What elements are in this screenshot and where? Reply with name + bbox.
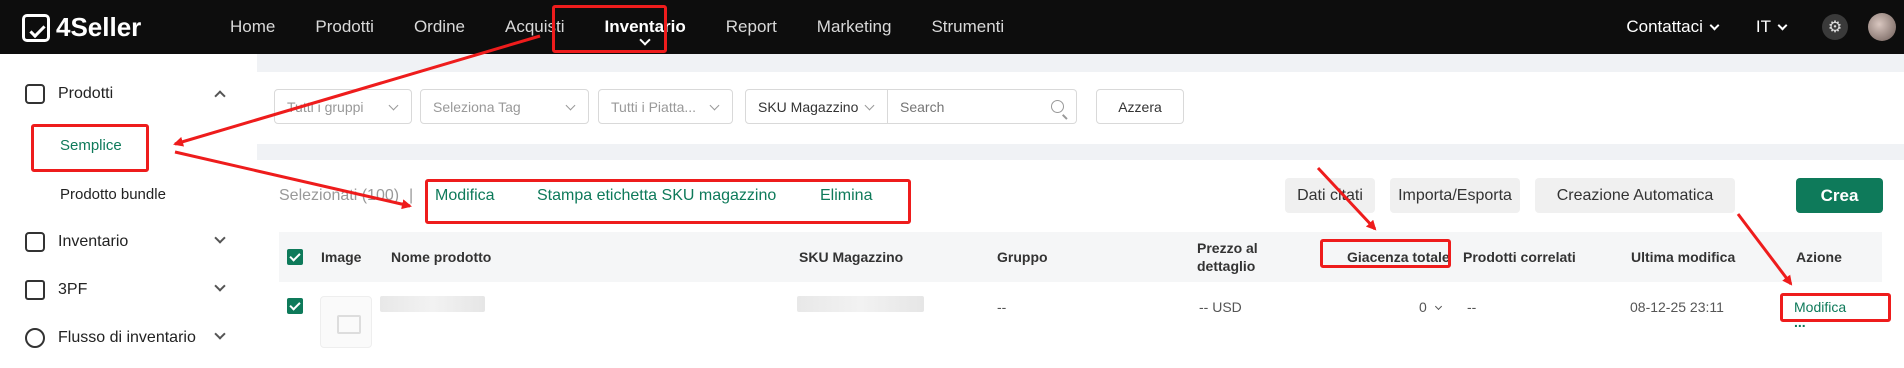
sidebar: Prodotti Semplice Prodotto bundle Invent… xyxy=(0,54,257,368)
language-selector[interactable]: IT xyxy=(1755,17,1788,37)
flow-icon xyxy=(25,328,45,348)
group-select[interactable]: Tutti i gruppi xyxy=(274,89,412,124)
import-export-button[interactable]: Importa/Esporta xyxy=(1390,178,1520,213)
chevron-up-icon xyxy=(214,90,226,102)
print-sku-label-link[interactable]: Stampa etichetta SKU magazzino xyxy=(537,187,776,205)
tag-select[interactable]: Seleziona Tag xyxy=(420,89,589,124)
col-action: Azione xyxy=(1796,249,1842,265)
platform-select[interactable]: Tutti i Piatta... xyxy=(598,89,733,124)
search-box xyxy=(888,89,1077,124)
group-select-value: Tutti i gruppi xyxy=(287,98,364,115)
chevron-down-icon xyxy=(214,232,226,244)
brand-logo[interactable]: 4Seller xyxy=(22,12,141,43)
sidebar-section-flusso[interactable]: Flusso di inventario xyxy=(0,318,257,358)
top-navigation-bar: 4Seller Home Prodotti Ordine Acquisti In… xyxy=(0,0,1904,54)
sidebar-section-label: 3PF xyxy=(58,281,88,298)
contact-menu[interactable]: Contattaci xyxy=(1626,17,1720,37)
platform-select-value: Tutti i Piatta... xyxy=(611,98,697,115)
row-checkbox[interactable] xyxy=(287,298,303,314)
col-price-line1: Prezzo al xyxy=(1197,240,1258,256)
create-button[interactable]: Crea xyxy=(1796,178,1883,213)
image-placeholder-icon xyxy=(320,296,372,348)
sku-redacted xyxy=(797,296,924,312)
select-all-checkbox[interactable] xyxy=(287,249,303,265)
gear-icon[interactable]: ⚙ xyxy=(1822,14,1848,40)
sidebar-section-prodotti[interactable]: Prodotti xyxy=(0,74,257,114)
reset-button[interactable]: Azzera xyxy=(1096,89,1184,124)
sidebar-section-3pf[interactable]: 3PF xyxy=(0,270,257,310)
nav-ordine[interactable]: Ordine xyxy=(394,0,485,54)
cell-stock[interactable]: 0 xyxy=(1419,299,1442,315)
top-right-controls: Contattaci IT ⚙ xyxy=(1626,0,1904,54)
main-nav: Home Prodotti Ordine Acquisti Inventario… xyxy=(210,0,1024,54)
search-icon[interactable] xyxy=(1051,100,1064,113)
language-label: IT xyxy=(1755,17,1771,36)
chevron-down-icon xyxy=(1709,20,1720,30)
col-stock[interactable]: Giacenza totale xyxy=(1347,248,1450,266)
col-related: Prodotti correlati xyxy=(1463,249,1576,265)
nav-strumenti[interactable]: Strumenti xyxy=(911,0,1024,54)
search-input[interactable] xyxy=(900,98,1040,115)
nav-home[interactable]: Home xyxy=(210,0,295,54)
sidebar-section-label: Flusso di inventario xyxy=(58,329,196,346)
logo-icon xyxy=(22,13,50,42)
row-more-link[interactable]: ... xyxy=(1794,314,1806,330)
chevron-down-icon xyxy=(214,328,226,340)
sku-type-select[interactable]: SKU Magazzino xyxy=(745,89,888,124)
cell-related: -- xyxy=(1467,299,1477,315)
col-sku: SKU Magazzino xyxy=(799,249,904,265)
sidebar-section-inventario[interactable]: Inventario xyxy=(0,222,257,262)
nav-marketing[interactable]: Marketing xyxy=(797,0,912,54)
col-name: Nome prodotto xyxy=(391,249,492,265)
col-image: Image xyxy=(321,249,362,265)
cube-icon xyxy=(25,280,45,300)
sku-type-select-value: SKU Magazzino xyxy=(758,98,859,115)
chevron-down-icon xyxy=(388,100,399,111)
nav-report[interactable]: Report xyxy=(706,0,797,54)
toolbar-separator: | xyxy=(409,187,414,204)
chevron-down-icon xyxy=(1434,302,1442,311)
product-list-panel: Selezionati (100) | Modifica Stampa etic… xyxy=(257,160,1904,368)
sidebar-section-label: Inventario xyxy=(58,233,129,250)
bulk-delete-link[interactable]: Elimina xyxy=(820,187,872,205)
filter-bar: Tutti i gruppi Seleziona Tag Tutti i Pia… xyxy=(257,72,1904,144)
col-price: Prezzo al dettaglio xyxy=(1197,239,1258,275)
bulk-edit-link[interactable]: Modifica xyxy=(435,187,495,205)
sidebar-item-prodotto-bundle[interactable]: Prodotto bundle xyxy=(60,186,166,203)
col-group: Gruppo xyxy=(997,249,1048,265)
col-modified: Ultima modifica xyxy=(1631,249,1736,265)
sidebar-section-label: Prodotti xyxy=(58,85,114,102)
chevron-down-icon xyxy=(864,100,875,111)
selected-count: Selezionati (100) xyxy=(279,187,400,204)
product-name-redacted xyxy=(380,296,485,312)
chevron-down-icon xyxy=(214,280,226,292)
box-icon xyxy=(25,84,45,104)
contact-label: Contattaci xyxy=(1626,17,1703,36)
chevron-down-icon xyxy=(565,100,576,111)
auto-create-button[interactable]: Creazione Automatica xyxy=(1535,178,1735,213)
cell-price: -- USD xyxy=(1199,299,1242,315)
nav-inventario[interactable]: Inventario xyxy=(585,0,706,54)
inventory-icon xyxy=(25,232,45,252)
nav-prodotti[interactable]: Prodotti xyxy=(295,0,394,54)
brand-name: 4Seller xyxy=(56,12,142,42)
row-edit-link[interactable]: Modifica xyxy=(1794,299,1846,315)
nav-acquisti[interactable]: Acquisti xyxy=(485,0,585,54)
cited-data-button[interactable]: Dati citati xyxy=(1285,178,1375,213)
cell-stock-value: 0 xyxy=(1419,299,1427,315)
col-price-line2: dettaglio xyxy=(1197,258,1256,274)
chevron-down-icon xyxy=(709,100,720,111)
chevron-down-icon xyxy=(1777,20,1788,30)
cell-group: -- xyxy=(997,299,1007,315)
sidebar-item-semplice[interactable]: Semplice xyxy=(60,137,122,154)
tag-select-value: Seleziona Tag xyxy=(433,98,521,115)
avatar[interactable] xyxy=(1868,13,1896,41)
cell-modified: 08-12-25 23:11 xyxy=(1630,299,1724,315)
table-header: Image Nome prodotto SKU Magazzino Gruppo… xyxy=(279,232,1882,282)
